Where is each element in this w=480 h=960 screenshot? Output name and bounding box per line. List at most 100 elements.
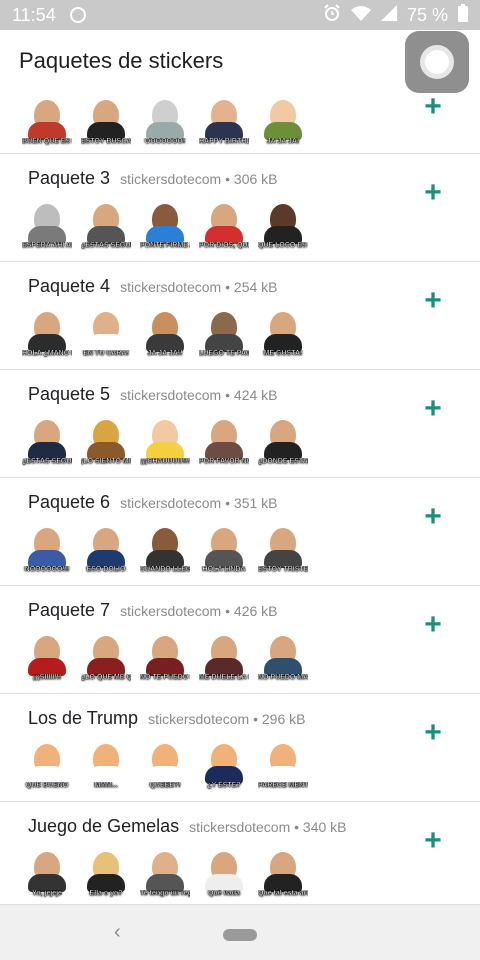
sticker-thumbnail: Qué nada — [199, 848, 249, 898]
add-pack-button[interactable]: + — [422, 286, 444, 316]
pack-name: Paquete 4 — [28, 276, 111, 296]
add-pack-button[interactable]: + — [422, 610, 444, 640]
sticker-thumbnail: Yo, jejeje — [22, 848, 72, 898]
add-pack-button[interactable]: + — [422, 826, 444, 856]
sticker-row: ¿ESTÁS SEGURO DE ESO? ¡LO SIENTO MUCHO, … — [22, 416, 308, 466]
sticker-thumbnail: ¡¡¡CHAUUUU!!! — [140, 416, 190, 466]
floating-assistant-bubble[interactable] — [405, 31, 469, 93]
sticker-thumbnail: ¿Y ESTE? — [199, 740, 249, 790]
sticker-row: BUEN QUE ES BROMA! ESTOY BUSCANDO OOOOOO… — [22, 96, 308, 146]
notification-circle-icon — [69, 7, 86, 23]
sticker-row: NOOOOOO!!! ESO DOLIÓ CUANDO LLEGUE YA ES… — [22, 524, 308, 574]
battery-percentage: 75 % — [406, 4, 448, 25]
pack-name: Paquete 6 — [28, 492, 111, 512]
sticker-thumbnail: ¡LO SIENTO MUCHO, PERDÓNAME! — [81, 416, 131, 466]
pack-name: Paquete 5 — [28, 384, 111, 404]
home-pill-button[interactable] — [223, 929, 257, 941]
pack-meta: stickersdotecom • 296 kB — [148, 711, 306, 727]
status-right: 75 % — [323, 3, 468, 27]
sticker-thumbnail: ESO DOLIÓ — [81, 524, 131, 574]
sticker-thumbnail: HAPPY BIRTHDAY MR. PRESIDENT! — [199, 96, 249, 146]
sticker-pack[interactable]: Los de Trump stickersdotecom • 296 kB QU… — [0, 694, 480, 802]
sticker-thumbnail: BUEN QUE ES BROMA! — [22, 96, 72, 146]
pack-name: Juego de Gemelas — [28, 816, 180, 836]
pack-header: Paquete 4 stickersdotecom • 254 kB — [28, 276, 278, 297]
sticker-pack[interactable]: Paquete 4 stickersdotecom • 254 kB HOLA … — [0, 262, 480, 370]
sticker-pack-partial[interactable]: BUEN QUE ES BROMA! ESTOY BUSCANDO OOOOOO… — [0, 94, 480, 154]
sticker-thumbnail: ESPERA AHÍ AMIGO — [22, 200, 72, 250]
sticker-pack-list[interactable]: BUEN QUE ES BROMA! ESTOY BUSCANDO OOOOOO… — [0, 94, 480, 904]
sticker-thumbnail: Te tengo un regalo — [140, 848, 190, 898]
sticker-thumbnail: EN TU CARA! — [81, 308, 131, 358]
pack-header: Los de Trump stickersdotecom • 296 kB — [28, 708, 305, 729]
pack-name: Los de Trump — [28, 708, 139, 728]
pack-header: Paquete 3 stickersdotecom • 306 kB — [28, 168, 278, 189]
add-pack-button[interactable]: + — [422, 502, 444, 532]
pack-meta: stickersdotecom • 426 kB — [120, 603, 278, 619]
sticker-row: ESPERA AHÍ AMIGO ¿ESTÁS SEGURO DE ESO? P… — [22, 200, 308, 250]
sticker-row: Yo, jejeje Ella o yo? Te tengo un regalo… — [22, 848, 308, 898]
pack-meta: stickersdotecom • 254 kB — [120, 279, 278, 295]
sticker-thumbnail: ME DUELE LA CABEZA — [199, 632, 249, 682]
sticker-pack[interactable]: Paquete 3 stickersdotecom • 306 kB ESPER… — [0, 154, 480, 262]
pack-header: Paquete 5 stickersdotecom • 424 kB — [28, 384, 278, 405]
pack-header: Juego de Gemelas stickersdotecom • 340 k… — [28, 816, 347, 837]
sticker-pack[interactable]: Paquete 5 stickersdotecom • 424 kB ¿ESTÁ… — [0, 370, 480, 478]
pack-header: Paquete 7 stickersdotecom • 426 kB — [28, 600, 278, 621]
status-time: 11:54 — [12, 4, 56, 25]
sticker-thumbnail: ¿DÓNDE ESTABAS? — [258, 416, 308, 466]
sticker-thumbnail: ESTOY TRISTE — [258, 524, 308, 574]
sticker-pack[interactable]: Paquete 7 stickersdotecom • 426 kB ¡¡¡SI… — [0, 586, 480, 694]
sticker-thumbnail: PONTE FIRME AMIGO! — [140, 200, 190, 250]
add-pack-button[interactable]: + — [422, 394, 444, 424]
page-title: Paquetes de stickers — [19, 48, 224, 73]
sticker-pack[interactable]: Juego de Gemelas stickersdotecom • 340 k… — [0, 802, 480, 904]
sticker-thumbnail: JA JA JA!! — [140, 308, 190, 358]
pack-meta: stickersdotecom • 340 kB — [189, 819, 347, 835]
sticker-thumbnail: ¿ESTÁS SEGURO DE ESO? — [22, 416, 72, 466]
pack-name: Paquete 7 — [28, 600, 111, 620]
signal-icon — [380, 4, 397, 26]
sticker-thumbnail: POR DIOS, QUE DESASTRE! — [199, 200, 249, 250]
sticker-thumbnail: QUEEE?! — [140, 740, 190, 790]
sticker-thumbnail: QUE LOCO ES ESO! — [258, 200, 308, 250]
sticker-thumbnail: ¿LO QUE ME QUERÍAS DECIR? — [81, 632, 131, 682]
status-bar: 11:54 75 % — [0, 0, 480, 30]
sticker-thumbnail: NO TE PUEDO CREER — [140, 632, 190, 682]
add-pack-button[interactable]: + — [422, 94, 444, 122]
sticker-row: HOLA ¿MANO PARECE QUE HAY EN TU CARA! JA… — [22, 308, 308, 358]
sticker-thumbnail: HOLA ¿MANO PARECE QUE HAY — [22, 308, 72, 358]
sticker-thumbnail: ¿ESTÁS SEGURO DE ESO? — [81, 200, 131, 250]
assistant-ring-icon — [420, 45, 454, 79]
sticker-thumbnail: JA JA JA! — [258, 96, 308, 146]
sticker-thumbnail: PARECE MENTIRA — [258, 740, 308, 790]
sticker-thumbnail: LUEGO TE PAGO — [199, 308, 249, 358]
pack-meta: stickersdotecom • 424 kB — [120, 387, 278, 403]
alarm-icon — [323, 3, 341, 27]
battery-icon — [458, 3, 468, 27]
sticker-thumbnail: MMM... — [81, 740, 131, 790]
sticker-thumbnail: CUANDO LLEGUE YA ESTARÁ ASÍ — [140, 524, 190, 574]
back-chevron-icon[interactable]: ‹ — [114, 921, 121, 944]
pack-name: Paquete 3 — [28, 168, 111, 188]
sticker-thumbnail: OOOOOOO! — [140, 96, 190, 146]
sticker-thumbnail: HOLA LINDA — [199, 524, 249, 574]
sticker-row: ¡¡¡SIIIII!!! ¿LO QUE ME QUERÍAS DECIR? N… — [22, 632, 308, 682]
sticker-thumbnail: ME GUSTA! — [258, 308, 308, 358]
sticker-thumbnail: POR FAVOR NO ME DEJES — [199, 416, 249, 466]
sticker-pack[interactable]: Paquete 6 stickersdotecom • 351 kB NOOOO… — [0, 478, 480, 586]
wifi-icon — [350, 5, 371, 26]
pack-header: Paquete 6 stickersdotecom • 351 kB — [28, 492, 278, 513]
sticker-thumbnail: Ella o yo? — [81, 848, 131, 898]
system-nav-bar: ‹ — [0, 904, 480, 960]
sticker-thumbnail: NOOOOOO!!! — [22, 524, 72, 574]
sticker-thumbnail: QUÉ BUENO — [22, 740, 72, 790]
sticker-row: QUÉ BUENO MMM... QUEEE?! ¿Y ESTE? PARECE… — [22, 740, 308, 790]
add-pack-button[interactable]: + — [422, 718, 444, 748]
sticker-thumbnail: Que tal esta arena morena! — [258, 848, 308, 898]
pack-meta: stickersdotecom • 351 kB — [120, 495, 278, 511]
sticker-thumbnail: ¡¡¡SIIIII!!! — [22, 632, 72, 682]
sticker-thumbnail: ESTOY BUSCANDO — [81, 96, 131, 146]
add-pack-button[interactable]: + — [422, 178, 444, 208]
sticker-thumbnail: NO PUEDO MÁS — [258, 632, 308, 682]
